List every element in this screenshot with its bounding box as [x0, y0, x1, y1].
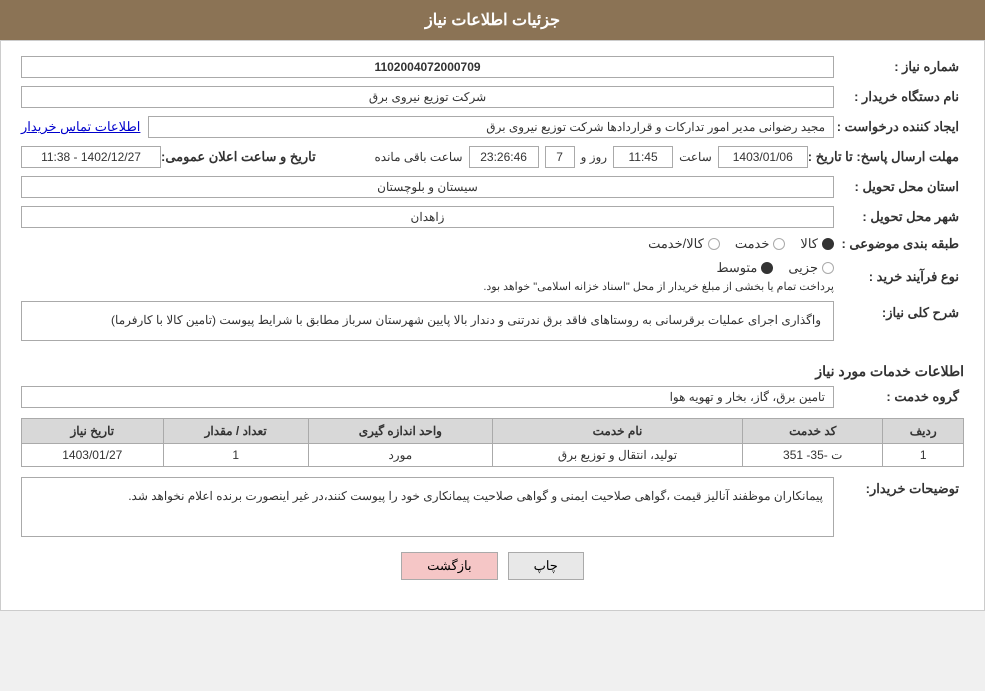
category-option-khedmat[interactable]: خدمت — [735, 236, 786, 252]
process-note: پرداخت تمام یا بخشی از مبلغ خریدار از مح… — [483, 280, 834, 293]
process-option-motavasset[interactable]: متوسط — [716, 260, 773, 276]
description-value: واگذاری اجرای عملیات برقرسانی به روستاها… — [21, 301, 834, 341]
category-radio-khedmat — [773, 238, 785, 250]
process-motavasset-label: متوسط — [716, 260, 757, 276]
category-kala-label: کالا — [800, 236, 818, 252]
contact-link[interactable]: اطلاعات تماس خریدار — [21, 119, 140, 135]
services-title: اطلاعات خدمات مورد نیاز — [21, 363, 964, 380]
category-label: طبقه بندی موضوعی : — [834, 236, 964, 252]
province-value: سیستان و بلوچستان — [21, 176, 834, 198]
response-remaining: 23:26:46 — [469, 146, 539, 168]
buyer-org-value: شرکت توزیع نیروی برق — [21, 86, 834, 108]
need-number-label: شماره نیاز : — [834, 59, 964, 75]
table-row: 1ت -35- 351تولید، انتقال و توزیع برقمورد… — [22, 443, 964, 466]
announce-date-value: 1402/12/27 - 11:38 — [21, 146, 161, 168]
col-header-row: ردیف — [883, 418, 964, 443]
category-kala-khedmat-label: کالا/خدمت — [648, 236, 704, 252]
service-group-label: گروه خدمت : — [834, 389, 964, 405]
process-jozyi-label: جزیی — [788, 260, 818, 276]
services-table: ردیف کد خدمت نام خدمت واحد اندازه گیری ت… — [21, 418, 964, 467]
process-radio-motavasset — [761, 262, 773, 274]
col-header-date: تاریخ نیاز — [22, 418, 164, 443]
category-option-kala[interactable]: کالا — [800, 236, 834, 252]
col-header-quantity: تعداد / مقدار — [163, 418, 308, 443]
response-days: 7 — [545, 146, 575, 168]
back-button[interactable]: بازگشت — [401, 552, 497, 580]
col-header-code: کد خدمت — [743, 418, 883, 443]
city-label: شهر محل تحویل : — [834, 209, 964, 225]
page-title: جزئیات اطلاعات نیاز — [0, 0, 985, 40]
need-number-value: 1102004072000709 — [21, 56, 834, 78]
creator-value: مجید رضوانی مدیر امور تدارکات و قرارداده… — [148, 116, 834, 138]
category-option-kala-khedmat[interactable]: کالا/خدمت — [648, 236, 720, 252]
button-row: چاپ بازگشت — [21, 552, 964, 595]
days-label: روز و — [581, 150, 608, 164]
buyer-org-label: نام دستگاه خریدار : — [834, 89, 964, 105]
response-date: 1403/01/06 — [718, 146, 808, 168]
remaining-label: ساعت باقی مانده — [375, 150, 463, 164]
service-group-value: تامین برق، گاز، بخار و تهویه هوا — [21, 386, 834, 408]
hours-label: ساعت — [679, 150, 712, 164]
col-header-name: نام خدمت — [492, 418, 742, 443]
category-khedmat-label: خدمت — [735, 236, 770, 252]
description-label: شرح کلی نیاز: — [834, 301, 964, 321]
process-radio-jozyi — [822, 262, 834, 274]
buyer-notes-label: توضیحات خریدار: — [834, 477, 964, 497]
process-label: نوع فرآیند خرید : — [834, 269, 964, 285]
province-label: استان محل تحویل : — [834, 179, 964, 195]
city-value: زاهدان — [21, 206, 834, 228]
print-button[interactable]: چاپ — [508, 552, 584, 580]
col-header-unit: واحد اندازه گیری — [308, 418, 492, 443]
buyer-notes-value: پیمانکاران موظفند آنالیز قیمت ،گواهی صلا… — [21, 477, 834, 537]
category-radio-kala-khedmat — [708, 238, 720, 250]
response-time: 11:45 — [613, 146, 673, 168]
announce-date-label: تاریخ و ساعت اعلان عمومی: — [161, 149, 321, 165]
category-radio-kala — [822, 238, 834, 250]
creator-label: ایجاد کننده درخواست : — [834, 119, 964, 135]
deadline-label: مهلت ارسال پاسخ: تا تاریخ : — [808, 149, 964, 165]
process-option-jozyi[interactable]: جزیی — [788, 260, 834, 276]
